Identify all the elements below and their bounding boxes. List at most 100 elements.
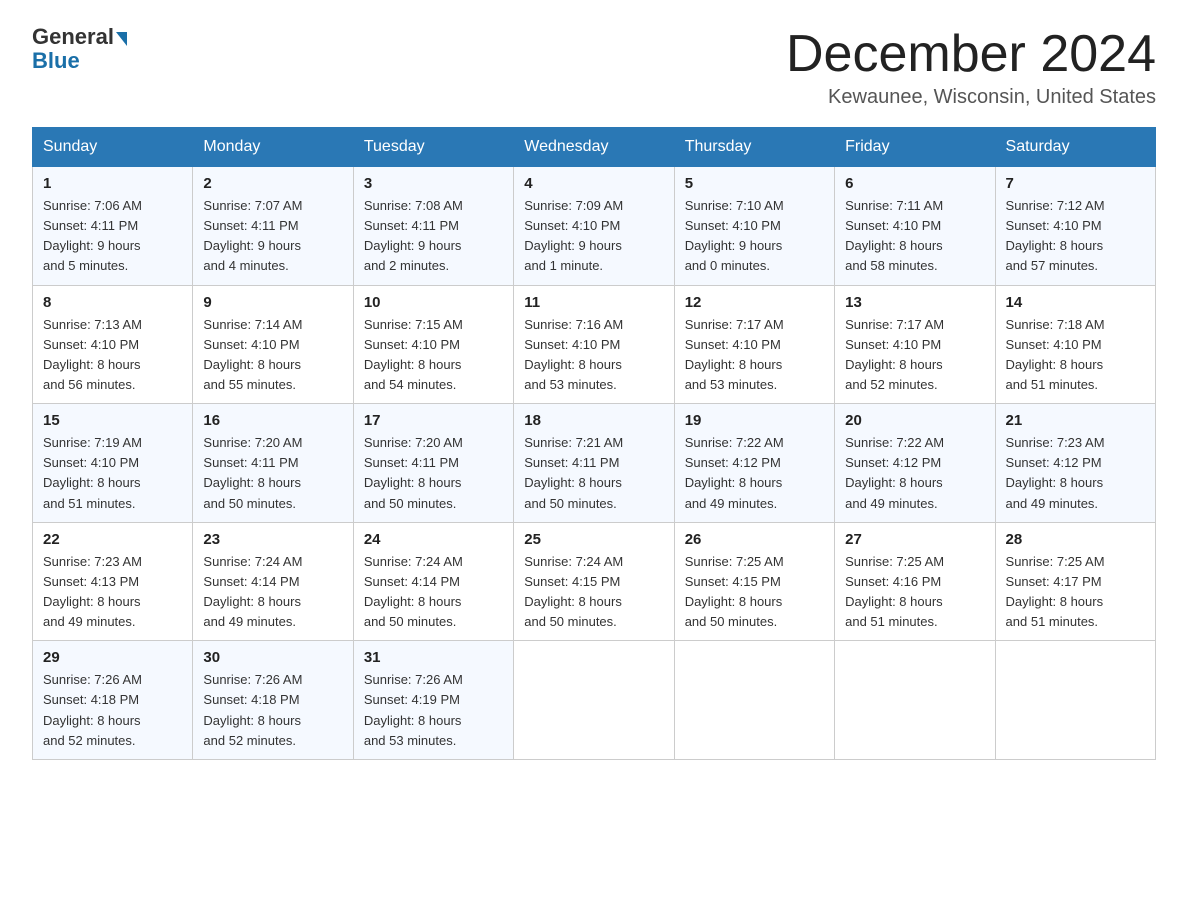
day-number: 26 [685,531,824,548]
day-info: Sunrise: 7:17 AMSunset: 4:10 PMDaylight:… [685,317,784,392]
day-info: Sunrise: 7:08 AMSunset: 4:11 PMDaylight:… [364,198,463,273]
day-info: Sunrise: 7:07 AMSunset: 4:11 PMDaylight:… [203,198,302,273]
day-number: 3 [364,175,503,192]
day-number: 17 [364,412,503,429]
calendar-day-cell: 5 Sunrise: 7:10 AMSunset: 4:10 PMDayligh… [674,167,834,286]
day-number: 27 [845,531,984,548]
calendar-day-cell: 29 Sunrise: 7:26 AMSunset: 4:18 PMDaylig… [33,641,193,760]
day-number: 22 [43,531,182,548]
calendar-day-cell: 11 Sunrise: 7:16 AMSunset: 4:10 PMDaylig… [514,285,674,404]
calendar-day-cell: 7 Sunrise: 7:12 AMSunset: 4:10 PMDayligh… [995,167,1155,286]
day-number: 20 [845,412,984,429]
day-number: 12 [685,294,824,311]
calendar-day-cell: 24 Sunrise: 7:24 AMSunset: 4:14 PMDaylig… [353,522,513,641]
day-info: Sunrise: 7:12 AMSunset: 4:10 PMDaylight:… [1006,198,1105,273]
page-header: General Blue December 2024 Kewaunee, Wis… [32,24,1156,109]
weekday-header-thursday: Thursday [674,128,834,167]
calendar-day-cell: 4 Sunrise: 7:09 AMSunset: 4:10 PMDayligh… [514,167,674,286]
day-info: Sunrise: 7:26 AMSunset: 4:18 PMDaylight:… [203,672,302,747]
calendar-day-cell: 18 Sunrise: 7:21 AMSunset: 4:11 PMDaylig… [514,404,674,523]
location-title: Kewaunee, Wisconsin, United States [786,86,1156,109]
day-info: Sunrise: 7:23 AMSunset: 4:12 PMDaylight:… [1006,435,1105,510]
day-number: 31 [364,649,503,666]
day-number: 21 [1006,412,1145,429]
day-number: 24 [364,531,503,548]
day-info: Sunrise: 7:26 AMSunset: 4:19 PMDaylight:… [364,672,463,747]
day-number: 25 [524,531,663,548]
calendar-day-cell: 10 Sunrise: 7:15 AMSunset: 4:10 PMDaylig… [353,285,513,404]
calendar-day-cell: 9 Sunrise: 7:14 AMSunset: 4:10 PMDayligh… [193,285,353,404]
day-number: 19 [685,412,824,429]
calendar-day-cell: 19 Sunrise: 7:22 AMSunset: 4:12 PMDaylig… [674,404,834,523]
calendar-day-cell [835,641,995,760]
day-number: 16 [203,412,342,429]
calendar-week-row: 29 Sunrise: 7:26 AMSunset: 4:18 PMDaylig… [33,641,1156,760]
calendar-day-cell: 1 Sunrise: 7:06 AMSunset: 4:11 PMDayligh… [33,167,193,286]
day-number: 10 [364,294,503,311]
day-info: Sunrise: 7:20 AMSunset: 4:11 PMDaylight:… [203,435,302,510]
day-number: 28 [1006,531,1145,548]
calendar-day-cell: 26 Sunrise: 7:25 AMSunset: 4:15 PMDaylig… [674,522,834,641]
logo: General Blue [32,24,129,74]
day-number: 23 [203,531,342,548]
weekday-header-tuesday: Tuesday [353,128,513,167]
day-info: Sunrise: 7:22 AMSunset: 4:12 PMDaylight:… [845,435,944,510]
weekday-header-row: SundayMondayTuesdayWednesdayThursdayFrid… [33,128,1156,167]
calendar-day-cell: 31 Sunrise: 7:26 AMSunset: 4:19 PMDaylig… [353,641,513,760]
calendar-week-row: 8 Sunrise: 7:13 AMSunset: 4:10 PMDayligh… [33,285,1156,404]
day-number: 29 [43,649,182,666]
calendar-week-row: 15 Sunrise: 7:19 AMSunset: 4:10 PMDaylig… [33,404,1156,523]
day-info: Sunrise: 7:09 AMSunset: 4:10 PMDaylight:… [524,198,623,273]
day-number: 7 [1006,175,1145,192]
weekday-header-monday: Monday [193,128,353,167]
calendar-day-cell: 21 Sunrise: 7:23 AMSunset: 4:12 PMDaylig… [995,404,1155,523]
day-number: 6 [845,175,984,192]
weekday-header-saturday: Saturday [995,128,1155,167]
calendar-day-cell: 27 Sunrise: 7:25 AMSunset: 4:16 PMDaylig… [835,522,995,641]
day-info: Sunrise: 7:13 AMSunset: 4:10 PMDaylight:… [43,317,142,392]
day-number: 1 [43,175,182,192]
weekday-header-wednesday: Wednesday [514,128,674,167]
day-number: 13 [845,294,984,311]
calendar-day-cell: 23 Sunrise: 7:24 AMSunset: 4:14 PMDaylig… [193,522,353,641]
day-info: Sunrise: 7:15 AMSunset: 4:10 PMDaylight:… [364,317,463,392]
calendar-day-cell: 20 Sunrise: 7:22 AMSunset: 4:12 PMDaylig… [835,404,995,523]
calendar-day-cell: 16 Sunrise: 7:20 AMSunset: 4:11 PMDaylig… [193,404,353,523]
calendar-day-cell: 28 Sunrise: 7:25 AMSunset: 4:17 PMDaylig… [995,522,1155,641]
calendar-day-cell: 3 Sunrise: 7:08 AMSunset: 4:11 PMDayligh… [353,167,513,286]
day-info: Sunrise: 7:25 AMSunset: 4:15 PMDaylight:… [685,554,784,629]
calendar-day-cell: 15 Sunrise: 7:19 AMSunset: 4:10 PMDaylig… [33,404,193,523]
weekday-header-sunday: Sunday [33,128,193,167]
day-number: 4 [524,175,663,192]
calendar-day-cell: 14 Sunrise: 7:18 AMSunset: 4:10 PMDaylig… [995,285,1155,404]
day-number: 2 [203,175,342,192]
day-info: Sunrise: 7:23 AMSunset: 4:13 PMDaylight:… [43,554,142,629]
calendar-day-cell [995,641,1155,760]
day-info: Sunrise: 7:25 AMSunset: 4:17 PMDaylight:… [1006,554,1105,629]
weekday-header-friday: Friday [835,128,995,167]
day-info: Sunrise: 7:24 AMSunset: 4:15 PMDaylight:… [524,554,623,629]
day-info: Sunrise: 7:17 AMSunset: 4:10 PMDaylight:… [845,317,944,392]
day-number: 30 [203,649,342,666]
calendar-day-cell: 22 Sunrise: 7:23 AMSunset: 4:13 PMDaylig… [33,522,193,641]
calendar-day-cell: 30 Sunrise: 7:26 AMSunset: 4:18 PMDaylig… [193,641,353,760]
day-number: 18 [524,412,663,429]
month-title: December 2024 [786,24,1156,84]
calendar-day-cell [514,641,674,760]
calendar-day-cell [674,641,834,760]
logo-arrow-icon [116,32,127,46]
day-info: Sunrise: 7:19 AMSunset: 4:10 PMDaylight:… [43,435,142,510]
day-info: Sunrise: 7:14 AMSunset: 4:10 PMDaylight:… [203,317,302,392]
calendar-day-cell: 8 Sunrise: 7:13 AMSunset: 4:10 PMDayligh… [33,285,193,404]
calendar-day-cell: 6 Sunrise: 7:11 AMSunset: 4:10 PMDayligh… [835,167,995,286]
day-number: 14 [1006,294,1145,311]
day-info: Sunrise: 7:16 AMSunset: 4:10 PMDaylight:… [524,317,623,392]
day-info: Sunrise: 7:20 AMSunset: 4:11 PMDaylight:… [364,435,463,510]
calendar-table: SundayMondayTuesdayWednesdayThursdayFrid… [32,127,1156,760]
day-info: Sunrise: 7:24 AMSunset: 4:14 PMDaylight:… [364,554,463,629]
day-info: Sunrise: 7:06 AMSunset: 4:11 PMDaylight:… [43,198,142,273]
day-number: 9 [203,294,342,311]
day-number: 8 [43,294,182,311]
title-area: December 2024 Kewaunee, Wisconsin, Unite… [786,24,1156,109]
calendar-day-cell: 12 Sunrise: 7:17 AMSunset: 4:10 PMDaylig… [674,285,834,404]
